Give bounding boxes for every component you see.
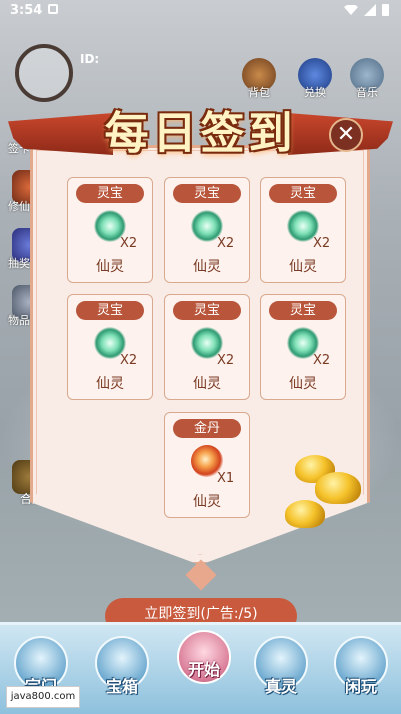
player-id-label: ID: [80, 52, 100, 66]
reward-quantity: X2 [217, 236, 235, 251]
battery-icon [382, 4, 389, 16]
reward-tag: 灵宝 [173, 184, 241, 203]
reward-tag: 灵宝 [76, 301, 144, 320]
reward-name: 仙灵 [289, 376, 317, 392]
signal-icon [364, 4, 376, 16]
reward-name: 仙灵 [96, 259, 124, 275]
reward-quantity: X2 [120, 236, 138, 251]
reward-quantity: X2 [313, 353, 331, 368]
reward-quantity: X1 [217, 471, 235, 486]
gold-ingots-decoration [285, 450, 365, 540]
reward-tag: 灵宝 [76, 184, 144, 203]
reward-tag: 灵宝 [269, 301, 337, 320]
wifi-icon [344, 5, 358, 15]
start-label[interactable]: 开始 [177, 656, 231, 680]
reward-name: 仙灵 [193, 259, 221, 275]
gold-ingot-icon [285, 500, 325, 528]
watermark: java800.com [6, 686, 80, 708]
notification-icon [48, 4, 58, 14]
nav-item-casual-play[interactable]: 闲玩 [331, 673, 391, 697]
status-time: 3:54 [10, 3, 43, 18]
gold-ingot-icon [315, 472, 361, 504]
nav-item-true-spirit[interactable]: 真灵 [251, 673, 311, 697]
reward-name: 仙灵 [289, 259, 317, 275]
reward-card-day-2[interactable]: 灵宝 X2 仙灵 [164, 177, 250, 283]
reward-card-day-4[interactable]: 灵宝 X2 仙灵 [67, 294, 153, 400]
reward-name: 仙灵 [96, 376, 124, 392]
nav-item-chest[interactable]: 宝箱 [92, 673, 152, 697]
reward-card-day-6[interactable]: 灵宝 X2 仙灵 [260, 294, 346, 400]
reward-quantity: X2 [120, 353, 138, 368]
avatar[interactable] [15, 44, 73, 102]
sidebar-item-lottery[interactable]: 抽奖 [8, 255, 30, 271]
reward-card-day-1[interactable]: 灵宝 X2 仙灵 [67, 177, 153, 283]
reward-card-day-3[interactable]: 灵宝 X2 仙灵 [260, 177, 346, 283]
reward-card-day-5[interactable]: 灵宝 X2 仙灵 [164, 294, 250, 400]
reward-name: 仙灵 [193, 376, 221, 392]
reward-tag: 灵宝 [173, 301, 241, 320]
status-bar: 3:54 [0, 0, 401, 22]
reward-quantity: X2 [313, 236, 331, 251]
reward-card-day-7[interactable]: 金丹 X1 仙灵 [164, 412, 250, 518]
reward-tag: 金丹 [173, 419, 241, 438]
reward-name: 仙灵 [193, 494, 221, 510]
status-icons [344, 4, 389, 16]
reward-quantity: X2 [217, 353, 235, 368]
reward-tag: 灵宝 [269, 184, 337, 203]
close-button[interactable]: ✕ [329, 118, 363, 152]
